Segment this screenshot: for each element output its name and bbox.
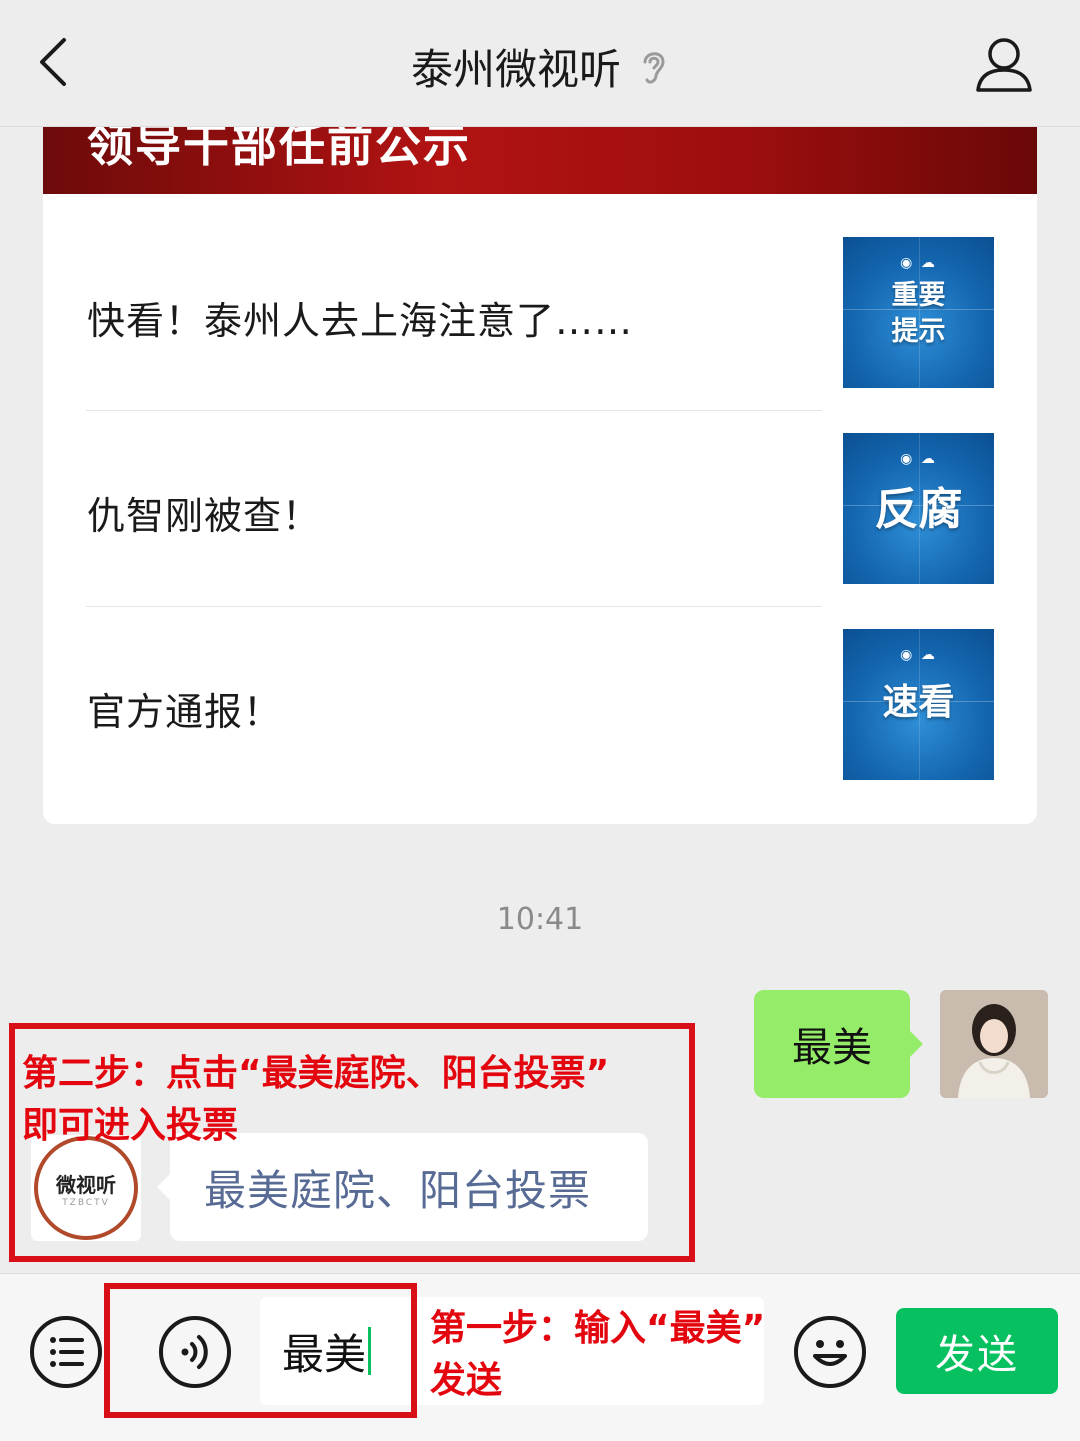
divider xyxy=(86,606,822,607)
step1-annotation: 发送 xyxy=(430,1360,503,1401)
thumb-text: 反腐 xyxy=(874,484,963,535)
step2-annotation: 即可进入投票 xyxy=(22,1105,239,1146)
thumb-logo: ◉ ☁ xyxy=(900,451,937,467)
thumb-text: 提示 xyxy=(891,316,946,347)
person-icon[interactable] xyxy=(972,34,1036,94)
news-thumbnail: ◉ ☁ 反腐 xyxy=(843,433,994,584)
news-item[interactable]: 快看！泰州人去上海注意了…… ◉ ☁ 重要 提示 xyxy=(43,219,1037,415)
thumb-text: 重要 xyxy=(891,280,946,311)
news-card[interactable]: 领导干部任前公示 快看！泰州人去上海注意了…… ◉ ☁ 重要 提示 仇智刚被查！… xyxy=(43,127,1037,824)
banner-title: 领导干部任前公示 xyxy=(87,127,471,172)
news-thumbnail: ◉ ☁ 速看 xyxy=(843,629,994,780)
user-avatar[interactable] xyxy=(940,990,1048,1098)
thumb-logo: ◉ ☁ xyxy=(900,647,937,663)
list-icon[interactable] xyxy=(30,1316,102,1388)
news-item-title: 官方通报！ xyxy=(87,689,283,734)
smiley-icon-glyph xyxy=(813,1340,847,1366)
thumb-logo: ◉ ☁ xyxy=(900,255,937,271)
news-item-title: 仇智刚被查！ xyxy=(87,493,322,538)
ear-icon xyxy=(643,51,665,84)
list-icon-glyph xyxy=(50,1337,84,1367)
divider xyxy=(86,410,822,411)
smiley-icon[interactable] xyxy=(794,1316,866,1388)
step1-annotation: 第一步：输入“最美” xyxy=(430,1308,766,1349)
step2-annotation: 第二步：点击“最美庭院、阳台投票” xyxy=(22,1053,610,1094)
step1-highlight-box xyxy=(104,1283,417,1418)
news-thumbnail: ◉ ☁ 重要 提示 xyxy=(843,237,994,388)
outgoing-message-bubble[interactable]: 最美 xyxy=(754,990,923,1098)
send-button[interactable]: 发送 xyxy=(896,1308,1058,1394)
title-container: 泰州微视听 xyxy=(0,36,1080,97)
news-banner[interactable]: 领导干部任前公示 xyxy=(43,127,1037,194)
thumb-text: 速看 xyxy=(882,681,955,723)
news-item[interactable]: 官方通报！ ◉ ☁ 速看 xyxy=(43,610,1037,806)
page-title: 泰州微视听 xyxy=(410,45,621,94)
message-timestamp: 10:41 xyxy=(496,902,584,937)
news-item-title: 快看！泰州人去上海注意了…… xyxy=(87,298,634,343)
user-avatar-image xyxy=(940,990,1048,1098)
news-item[interactable]: 仇智刚被查！ ◉ ☁ 反腐 xyxy=(43,414,1037,610)
chat-header: 泰州微视听 xyxy=(0,0,1080,127)
